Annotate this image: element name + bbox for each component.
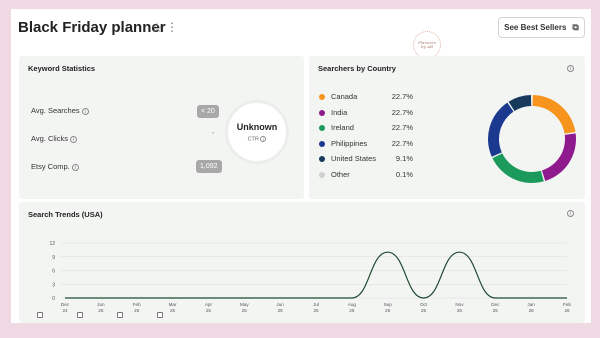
x-tick-year: 25 [242, 308, 248, 313]
x-tick-month: Jan [527, 302, 535, 307]
x-tick-month: Nov [455, 302, 464, 307]
legend-percent: 22.7% [391, 123, 413, 132]
x-tick-month: Mar [169, 302, 177, 307]
legend-percent: 0.1% [395, 169, 413, 179]
x-tick-year: 25 [134, 308, 140, 313]
trend-line [64, 251, 567, 299]
search-trends-chart: 036912Dec24Jun25Feb25Mar25Apr25May25Jun2… [49, 241, 571, 313]
x-tick-year: 25 [313, 308, 319, 313]
legend-country: Ireland [331, 123, 354, 132]
y-tick-label: 9 [52, 255, 55, 261]
x-tick-month: Dec [491, 302, 500, 307]
x-tick-year: 25 [385, 308, 391, 313]
x-tick-year: 25 [421, 308, 427, 313]
x-tick-year: 25 [493, 308, 499, 313]
etsy-comp-row: Etsy Comp. i [31, 162, 79, 171]
x-tick-month: Feb [563, 302, 571, 307]
searchers-by-country-title: Searchers by Country [318, 64, 396, 73]
avg-searches-row: Avg. Searches i [31, 106, 89, 115]
ctr-circle: Unknown CTR i [225, 100, 289, 164]
y-tick-label: 12 [49, 241, 55, 247]
legend-dot [319, 171, 325, 178]
y-tick-label: 3 [52, 282, 55, 288]
x-tick-year: 26 [564, 308, 570, 313]
x-tick-month: Sep [384, 302, 393, 307]
info-icon[interactable]: i [71, 163, 79, 171]
y-tick-label: 6 [52, 269, 55, 275]
legend-country: Philippines [331, 138, 368, 148]
y-tick-label: 0 [52, 296, 55, 302]
avg-searches-label: Avg. Searches [31, 106, 80, 115]
star-icon[interactable]: ☆ [151, 20, 163, 36]
legend-country: India [331, 107, 348, 117]
search-trends-card: Search Trends (USA) i 0 3 6 9 12 Dec 24 Jun 25 Fe… [19, 202, 585, 323]
x-tick-month: Oct [420, 302, 428, 307]
see-best-sellers-button[interactable]: See Best Sellers ⧉ [498, 17, 585, 38]
etsy-comp-label: Etsy Comp. [31, 162, 70, 171]
searchers-by-country-card: Searchers by Country i Canada 22.7% India 2… [309, 56, 585, 199]
app-window: Black Friday planner ☆ ⋮ Planners by AB S… [11, 9, 591, 323]
donut-slice [508, 95, 532, 112]
x-tick-year: 26 [529, 308, 535, 313]
series-checkbox[interactable] [37, 312, 43, 318]
header: Black Friday planner ☆ ⋮ Planners by AB S… [11, 9, 591, 59]
country-donut-chart [488, 95, 576, 183]
x-tick-year: 25 [349, 308, 355, 313]
info-icon[interactable]: i [81, 107, 89, 115]
legend-dot [319, 94, 325, 100]
keyword-statistics-card: Keyword Statistics Avg. Searches i < 20 … [19, 56, 304, 199]
info-icon[interactable]: i [567, 65, 574, 72]
legend-dot [319, 125, 325, 131]
donut-slice [488, 102, 514, 157]
avg-clicks-value: - [212, 130, 215, 137]
kebab-menu-icon[interactable]: ⋮ [166, 20, 178, 34]
legend-percent: 22.7% [391, 107, 413, 117]
ctr-value: Unknown [236, 122, 278, 132]
donut-slice [492, 153, 544, 183]
series-checkbox[interactable] [117, 312, 123, 318]
legend-percent: 9.1% [395, 154, 413, 163]
see-best-sellers-label: See Best Sellers [504, 23, 567, 32]
x-tick-month: Aug [348, 302, 357, 307]
donut-slice [532, 95, 576, 134]
legend-country: Canada [331, 92, 358, 101]
info-icon[interactable]: i [260, 136, 267, 142]
x-tick-year: 25 [170, 308, 176, 313]
x-tick-month: Dec [61, 302, 70, 307]
donut-slice [541, 133, 576, 181]
brand-logo: Planners by AB [413, 31, 441, 59]
legend-dot [319, 156, 325, 162]
keyword-statistics-title: Keyword Statistics [28, 64, 96, 73]
x-tick-month: Jul [313, 302, 319, 307]
x-tick-month: Feb [133, 302, 141, 307]
x-tick-month: Jun [97, 302, 105, 307]
avg-clicks-label: Avg. Clicks [31, 134, 68, 143]
x-tick-month: Jun [276, 302, 284, 307]
x-tick-month: Apr [205, 302, 213, 307]
info-icon[interactable]: i [70, 135, 78, 143]
x-tick-year: 25 [457, 308, 463, 313]
legend-percent: 22.7% [391, 138, 413, 148]
legend-dot [319, 109, 325, 116]
x-tick-month: May [240, 302, 249, 307]
ctr-label: CTR [247, 136, 259, 143]
avg-searches-value: < 20 [197, 105, 219, 118]
avg-clicks-row: Avg. Clicks i [31, 134, 78, 143]
legend-country: United States [331, 154, 377, 163]
legend-country: Other [331, 169, 350, 179]
legend-dot [319, 140, 325, 147]
external-link-icon: ⧉ [572, 22, 579, 32]
series-checkbox[interactable] [157, 312, 163, 318]
page-title: Black Friday planner [18, 19, 166, 36]
x-tick-year: 25 [98, 308, 104, 313]
series-checkbox[interactable] [77, 312, 83, 318]
x-tick-year: 24 [62, 308, 68, 313]
ctr-label-row: CTR i [228, 136, 286, 142]
legend-percent: 22.7% [391, 92, 413, 101]
x-tick-year: 25 [206, 308, 212, 313]
x-tick-year: 25 [278, 308, 284, 313]
etsy-comp-value: 1,092 [196, 160, 222, 173]
